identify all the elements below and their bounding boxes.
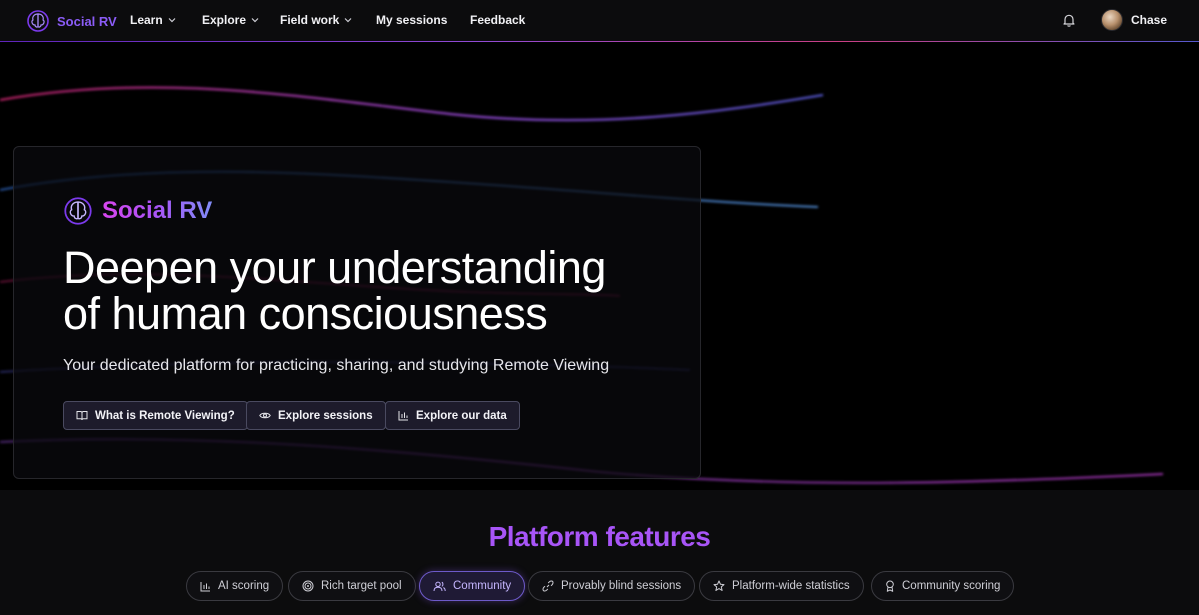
nav-item-label: Learn bbox=[130, 13, 163, 27]
tab-label: Rich target pool bbox=[321, 580, 402, 592]
hero-subheadline: Your dedicated platform for practicing, … bbox=[63, 357, 610, 374]
target-icon bbox=[302, 580, 314, 592]
features-title: Platform features bbox=[488, 521, 711, 552]
tab-provably-blind-sessions[interactable]: Provably blind sessions bbox=[528, 571, 696, 601]
brain-logo-icon bbox=[27, 10, 49, 32]
tab-community-scoring[interactable]: Community scoring bbox=[871, 571, 1015, 601]
tab-label: Community bbox=[453, 580, 512, 592]
hero-brand-label: Social RV bbox=[102, 197, 213, 224]
eye-icon bbox=[259, 412, 271, 419]
explore-sessions-button[interactable]: Explore sessions bbox=[246, 401, 386, 430]
nav-item-my-sessions[interactable]: My sessions bbox=[376, 13, 447, 27]
nav-item-explore[interactable]: Explore bbox=[202, 13, 259, 27]
hero-headline-line-2: of human consciousness bbox=[63, 288, 548, 339]
tab-platform-wide-statistics[interactable]: Platform-wide statistics bbox=[699, 571, 864, 601]
chevron-down-icon bbox=[251, 18, 259, 23]
star-icon bbox=[713, 580, 725, 591]
nav-item-label: Explore bbox=[202, 13, 247, 27]
hero-brand: Social RV bbox=[64, 197, 212, 225]
hero-headline: Deepen your understanding of human consc… bbox=[63, 245, 683, 337]
users-icon bbox=[433, 581, 446, 591]
tab-label: AI scoring bbox=[218, 580, 270, 592]
award-icon bbox=[886, 580, 894, 592]
tab-community[interactable]: Community bbox=[419, 571, 526, 601]
bar-chart-icon bbox=[398, 411, 408, 421]
avatar bbox=[1101, 9, 1123, 31]
tab-label: Platform-wide statistics bbox=[732, 580, 850, 592]
link-icon bbox=[542, 580, 554, 592]
nav-item-learn[interactable]: Learn bbox=[130, 13, 176, 27]
nav-item-label: Feedback bbox=[470, 13, 526, 27]
tab-rich-target-pool[interactable]: Rich target pool bbox=[288, 571, 416, 601]
tab-label: Provably blind sessions bbox=[561, 580, 682, 592]
nav-item-feedback[interactable]: Feedback bbox=[470, 13, 525, 27]
chevron-down-icon bbox=[168, 18, 176, 23]
button-label: What is Remote Viewing? bbox=[95, 409, 235, 422]
nav-brand-label: Social RV bbox=[57, 13, 117, 29]
button-label: Explore sessions bbox=[278, 409, 373, 422]
hero-headline-line-1: Deepen your understanding bbox=[63, 242, 606, 293]
user-name: Chase bbox=[1131, 13, 1168, 27]
tab-label: Community scoring bbox=[902, 580, 1001, 592]
button-label: Explore our data bbox=[416, 409, 507, 422]
explore-data-button[interactable]: Explore our data bbox=[385, 401, 520, 430]
top-navbar: Social RV Learn Explore Field work My se… bbox=[0, 0, 1199, 42]
nav-item-field-work[interactable]: Field work bbox=[280, 13, 352, 27]
brain-logo-icon bbox=[64, 197, 92, 225]
bar-chart-icon bbox=[200, 581, 210, 591]
user-menu[interactable]: Chase bbox=[1101, 9, 1167, 31]
book-icon bbox=[76, 411, 88, 421]
nav-item-label: My sessions bbox=[376, 13, 448, 27]
nav-item-label: Field work bbox=[280, 13, 340, 27]
bell-icon[interactable] bbox=[1062, 13, 1076, 28]
chevron-down-icon bbox=[344, 18, 352, 23]
what-is-rv-button[interactable]: What is Remote Viewing? bbox=[63, 401, 248, 430]
tab-ai-scoring[interactable]: AI scoring bbox=[186, 571, 284, 601]
nav-brand[interactable]: Social RV bbox=[27, 10, 117, 32]
